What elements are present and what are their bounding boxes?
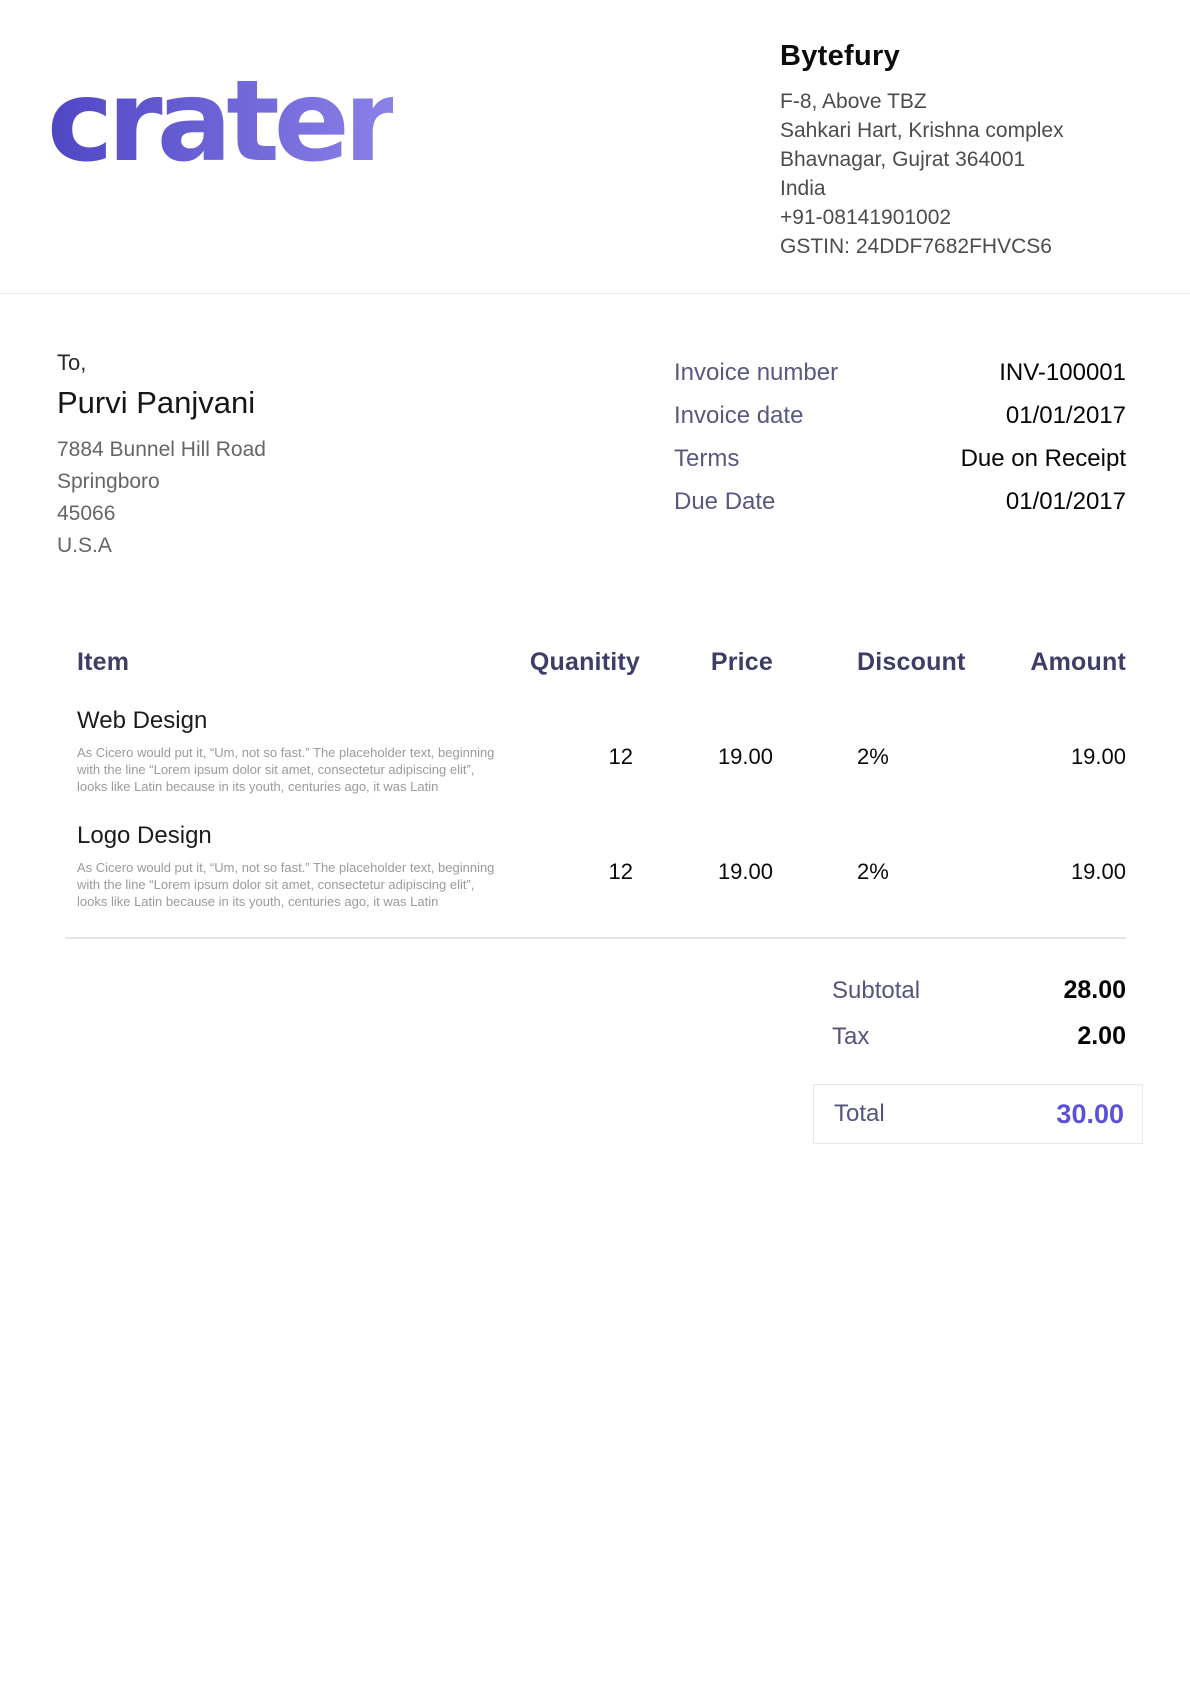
item-cell: Web Design As Cicero would put it, “Um, … <box>57 707 502 795</box>
invoice-number-value: INV-100001 <box>999 358 1126 388</box>
totals-separator <box>65 937 1126 939</box>
company-address-line: Sahkari Hart, Krishna complex <box>780 116 1125 145</box>
tax-value: 2.00 <box>1077 1021 1126 1051</box>
item-discount: 2% <box>857 822 1022 910</box>
item-price: 19.00 <box>640 822 773 910</box>
invoice-meta: Invoice number INV-100001 Invoice date 0… <box>674 358 1126 562</box>
meta-row-terms: Terms Due on Receipt <box>674 444 1126 474</box>
crater-logo: crater <box>47 66 393 178</box>
column-header-quantity: Quanitity <box>502 648 640 677</box>
column-spacer <box>773 648 857 677</box>
column-header-amount: Amount <box>1022 648 1126 677</box>
meta-row-due-date: Due Date 01/01/2017 <box>674 487 1126 517</box>
meta-row-invoice-date: Invoice date 01/01/2017 <box>674 401 1126 431</box>
column-header-price: Price <box>640 648 773 677</box>
total-value: 30.00 <box>1056 1099 1124 1130</box>
item-amount: 19.00 <box>1022 822 1126 910</box>
item-quantity: 12 <box>502 707 640 795</box>
item-description: As Cicero would put it, “Um, not so fast… <box>77 744 505 795</box>
column-spacer <box>773 707 857 795</box>
invoice-date-value: 01/01/2017 <box>1006 401 1126 431</box>
customer-address-line: Springboro <box>57 466 266 498</box>
subtotal-value: 28.00 <box>1063 975 1126 1005</box>
billing-section: To, Purvi Panjvani 7884 Bunnel Hill Road… <box>0 294 1190 562</box>
company-address-line: F-8, Above TBZ <box>780 87 1125 116</box>
item-discount: 2% <box>857 707 1022 795</box>
items-table-header: Item Quanitity Price Discount Amount <box>57 648 1126 677</box>
column-spacer <box>773 822 857 910</box>
company-phone: +91-08141901002 <box>780 203 1125 232</box>
terms-value: Due on Receipt <box>961 444 1126 474</box>
column-header-discount: Discount <box>857 648 1022 677</box>
invoice-header: crater Bytefury F-8, Above TBZ Sahkari H… <box>0 0 1190 294</box>
total-box: Total 30.00 <box>813 1084 1143 1144</box>
bill-to-block: To, Purvi Panjvani 7884 Bunnel Hill Road… <box>57 350 266 562</box>
items-table: Item Quanitity Price Discount Amount Web… <box>0 648 1190 910</box>
invoice-number-label: Invoice number <box>674 358 838 388</box>
item-row: Logo Design As Cicero would put it, “Um,… <box>57 822 1126 910</box>
item-cell: Logo Design As Cicero would put it, “Um,… <box>57 822 502 910</box>
item-row: Web Design As Cicero would put it, “Um, … <box>57 707 1126 795</box>
item-name: Logo Design <box>77 822 502 850</box>
company-info: Bytefury F-8, Above TBZ Sahkari Hart, Kr… <box>780 38 1125 261</box>
meta-row-invoice-number: Invoice number INV-100001 <box>674 358 1126 388</box>
customer-address-line: 7884 Bunnel Hill Road <box>57 434 266 466</box>
company-address-line: India <box>780 174 1125 203</box>
tax-label: Tax <box>832 1022 869 1052</box>
subtotal-label: Subtotal <box>832 976 920 1006</box>
item-quantity: 12 <box>502 822 640 910</box>
terms-label: Terms <box>674 444 739 474</box>
invoice-date-label: Invoice date <box>674 401 803 431</box>
item-amount: 19.00 <box>1022 707 1126 795</box>
column-header-item: Item <box>57 648 502 677</box>
company-gstin: GSTIN: 24DDF7682FHVCS6 <box>780 232 1125 261</box>
company-address-line: Bhavnagar, Gujrat 364001 <box>780 145 1125 174</box>
customer-address: 7884 Bunnel Hill Road Springboro 45066 U… <box>57 434 266 562</box>
totals-section: Subtotal 28.00 Tax 2.00 Total 30.00 <box>0 975 1190 1144</box>
invoice-document: crater Bytefury F-8, Above TBZ Sahkari H… <box>0 0 1190 1684</box>
item-price: 19.00 <box>640 707 773 795</box>
tax-row: Tax 2.00 <box>832 1021 1126 1052</box>
customer-address-line: 45066 <box>57 498 266 530</box>
customer-name: Purvi Panjvani <box>57 385 266 421</box>
total-label: Total <box>834 1100 885 1128</box>
bill-to-label: To, <box>57 350 266 376</box>
company-address: F-8, Above TBZ Sahkari Hart, Krishna com… <box>780 87 1125 261</box>
due-date-value: 01/01/2017 <box>1006 487 1126 517</box>
customer-address-line: U.S.A <box>57 530 266 562</box>
subtotal-row: Subtotal 28.00 <box>832 975 1126 1006</box>
due-date-label: Due Date <box>674 487 775 517</box>
item-description: As Cicero would put it, “Um, not so fast… <box>77 859 505 910</box>
company-name: Bytefury <box>780 40 1125 73</box>
item-name: Web Design <box>77 707 502 735</box>
